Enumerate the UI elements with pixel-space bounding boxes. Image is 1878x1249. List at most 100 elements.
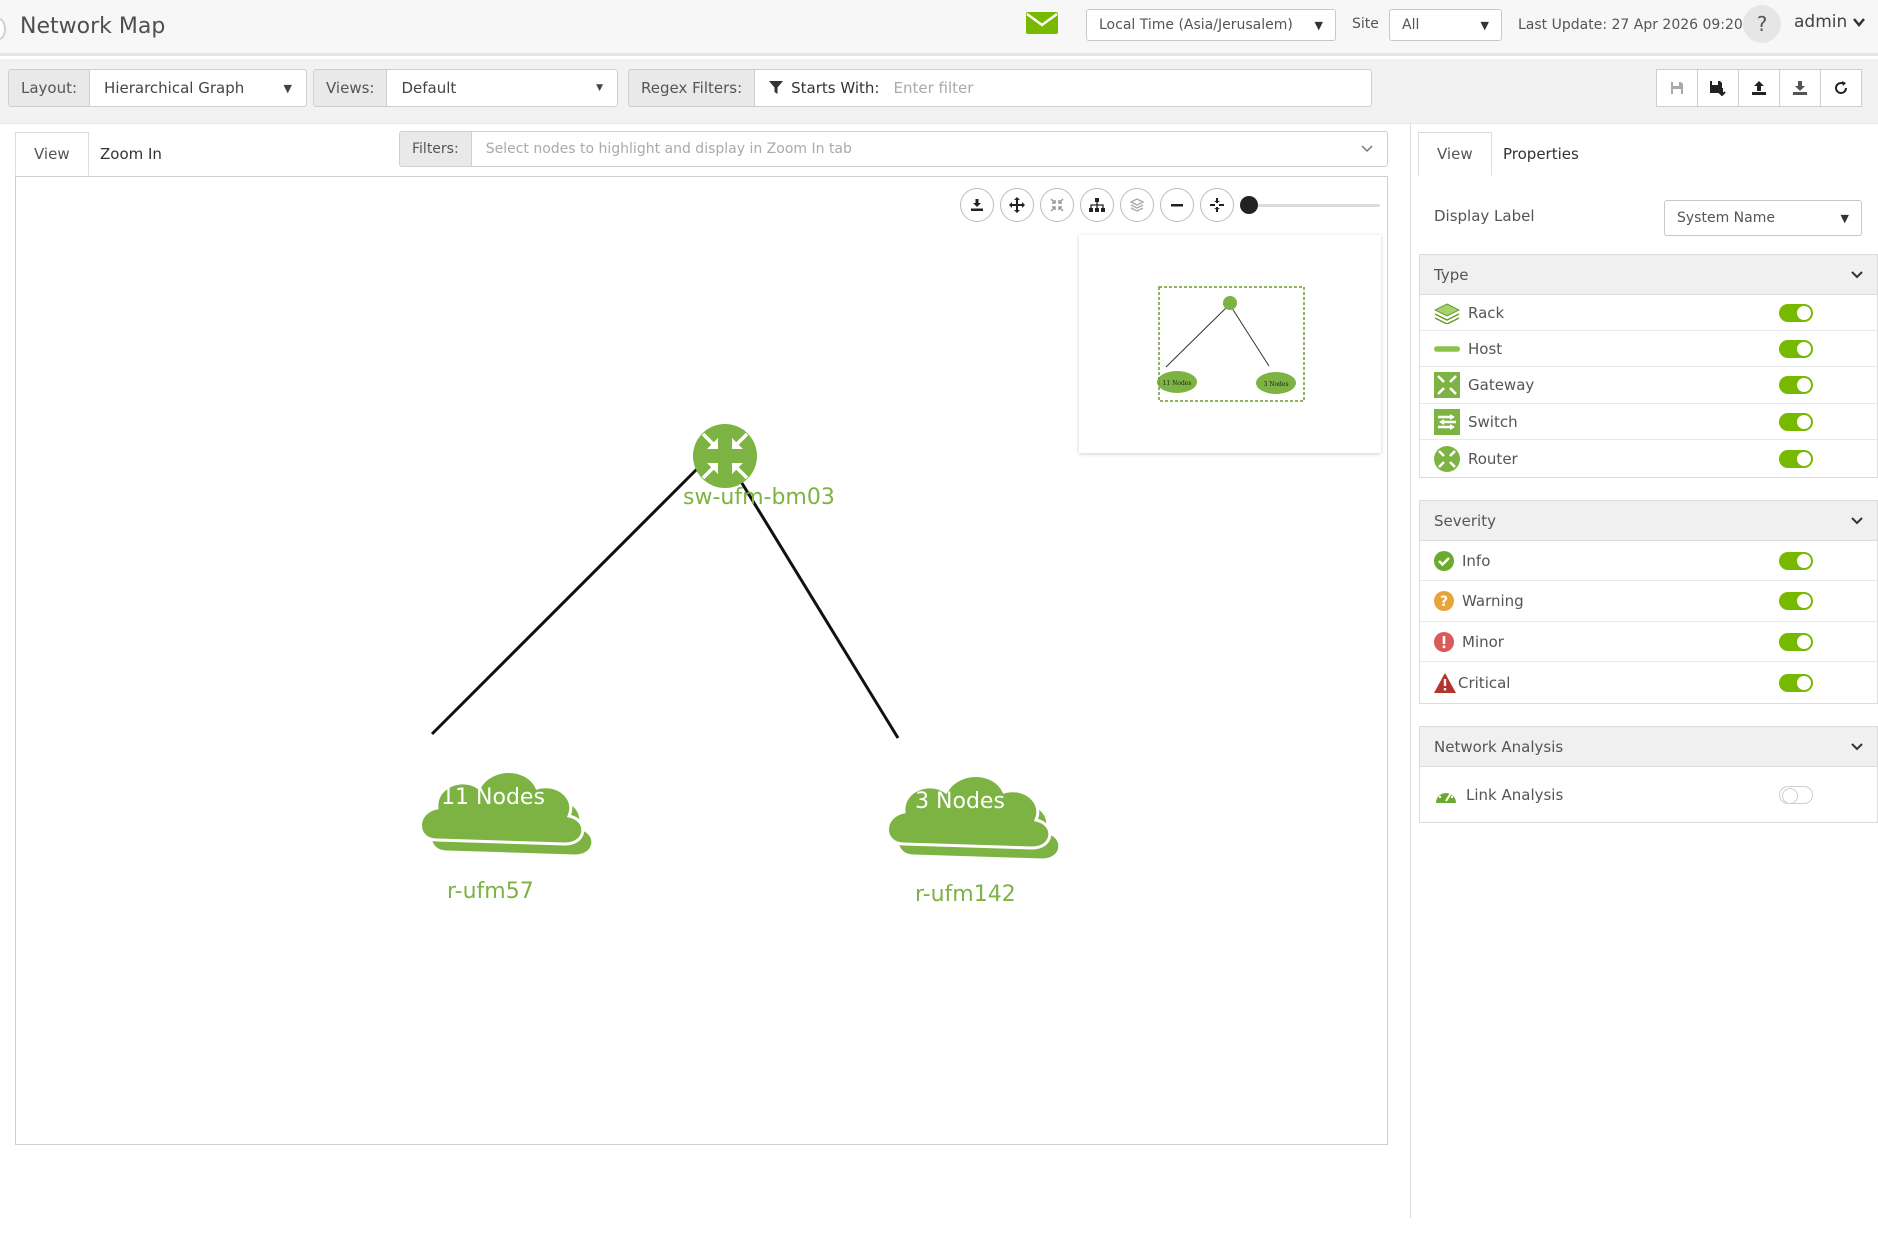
network-analysis-section-header[interactable]: Network Analysis [1420, 727, 1877, 767]
router-node-label: sw-ufm-bm03 [683, 485, 835, 510]
router-icon [1434, 445, 1460, 472]
refresh-button[interactable] [1820, 69, 1862, 107]
severity-label-info: Info [1462, 551, 1491, 570]
chevron-down-icon [1851, 742, 1863, 750]
type-row-router: Router [1420, 440, 1877, 477]
layout-select[interactable]: Layout: Hierarchical Graph ▼ [8, 69, 307, 107]
network-map-canvas[interactable]: 11 Nodes 3 Nodes sw-ufm-bm03 11 Nodes r-… [15, 176, 1388, 1145]
timezone-select[interactable]: Local Time (Asia/Jerusalem) ▼ [1086, 9, 1336, 41]
chevron-down-icon [1851, 270, 1863, 278]
tab-zoom-in[interactable]: Zoom In [82, 132, 180, 176]
info-check-icon [1434, 548, 1454, 574]
site-label: Site [1352, 16, 1379, 32]
save-button[interactable] [1656, 69, 1698, 107]
tab-view-label: View [34, 145, 70, 163]
filters-label: Filters: [400, 132, 472, 166]
filters-placeholder: Select nodes to highlight and display in… [485, 141, 852, 157]
chevron-down-icon [1853, 18, 1866, 27]
critical-toggle[interactable] [1779, 673, 1813, 692]
tab-panel-view[interactable]: View [1418, 132, 1492, 176]
refresh-icon [1835, 81, 1848, 94]
help-button[interactable]: ? [1743, 5, 1781, 43]
severity-row-info: Info [1420, 541, 1877, 581]
app-header: Network Map Local Time (Asia/Jerusalem) … [0, 0, 1878, 56]
tab-properties[interactable]: Properties [1485, 132, 1597, 176]
upload-button[interactable] [1738, 69, 1780, 107]
minor-toggle[interactable] [1779, 632, 1813, 651]
site-select[interactable]: All ▼ [1389, 9, 1502, 41]
router-node[interactable] [693, 424, 757, 492]
cloud-node-1-label: r-ufm57 [447, 879, 534, 904]
node-filter[interactable]: Filters: Select nodes to highlight and d… [399, 131, 1388, 167]
warning-icon: ? [1434, 588, 1454, 614]
host-toggle[interactable] [1779, 339, 1813, 358]
cloud-node-1[interactable]: 11 Nodes [407, 742, 595, 864]
tab-view[interactable]: View [15, 132, 89, 176]
severity-label-minor: Minor [1462, 632, 1504, 651]
link-analysis-toggle[interactable] [1779, 785, 1813, 804]
site-value: All [1402, 17, 1420, 33]
chevron-down-icon: ▼ [1314, 18, 1323, 32]
regex-filter: Regex Filters: Starts With: Enter filter [628, 69, 1372, 107]
user-menu[interactable]: admin [1794, 12, 1866, 32]
display-label-title: Display Label [1434, 207, 1535, 225]
type-row-host: Host [1420, 331, 1877, 367]
cloud-node-2[interactable]: 3 Nodes [874, 746, 1062, 868]
cloud-node-2-count: 3 Nodes [915, 789, 1005, 814]
save-as-icon [1710, 81, 1726, 96]
regex-label: Regex Filters: [629, 70, 756, 106]
sidebar-toggle[interactable] [0, 18, 6, 40]
severity-row-critical: Critical [1420, 662, 1877, 703]
layout-label: Layout: [9, 70, 91, 106]
severity-section-header[interactable]: Severity [1420, 501, 1877, 541]
cloud-node-1-count: 11 Nodes [441, 785, 545, 810]
type-section-title: Type [1434, 265, 1469, 284]
network-analysis-section-title: Network Analysis [1434, 737, 1564, 756]
analysis-label-link: Link Analysis [1466, 785, 1564, 804]
upload-icon [1752, 81, 1766, 95]
toolbar-actions [1656, 69, 1862, 107]
router-icon [693, 424, 757, 488]
toolbar: Layout: Hierarchical Graph ▼ Views: Defau… [0, 59, 1878, 124]
analysis-row-link: Link Analysis [1420, 767, 1877, 822]
chevron-down-icon: ▼ [1480, 18, 1489, 32]
type-label-host: Host [1468, 339, 1503, 358]
warning-toggle[interactable] [1779, 592, 1813, 610]
starts-with-label: Starts With: [791, 79, 880, 97]
views-select[interactable]: Views: Default ▼ [313, 69, 618, 107]
regex-input[interactable]: Starts With: Enter filter [755, 70, 1371, 106]
save-as-button[interactable] [1697, 69, 1739, 107]
chevron-down-icon [1361, 145, 1373, 153]
minor-icon [1434, 629, 1454, 655]
display-label-select[interactable]: System Name ▼ [1664, 200, 1862, 236]
rack-icon [1434, 300, 1460, 326]
save-icon [1671, 82, 1683, 94]
mail-icon[interactable] [1026, 12, 1058, 38]
severity-label-critical: Critical [1458, 673, 1511, 692]
type-row-switch: Switch [1420, 404, 1877, 440]
severity-label-warning: Warning [1462, 592, 1524, 610]
filter-icon [769, 81, 784, 94]
views-value: Default [401, 79, 457, 97]
router-toggle[interactable] [1779, 449, 1813, 468]
switch-toggle[interactable] [1779, 412, 1813, 431]
filter-placeholder: Enter filter [893, 79, 974, 97]
type-section-header[interactable]: Type [1420, 255, 1877, 295]
help-icon: ? [1756, 12, 1768, 36]
switch-icon [1434, 408, 1460, 435]
last-update: Last Update: 27 Apr 2026 09:20 [1518, 17, 1743, 33]
type-label-router: Router [1468, 449, 1518, 468]
display-label-value: System Name [1677, 210, 1775, 226]
chevron-down-icon: ▼ [283, 81, 292, 95]
gateway-toggle[interactable] [1779, 376, 1813, 394]
type-section: Type Rack Host Gateway Switch Router [1419, 254, 1878, 478]
type-label-switch: Switch [1468, 412, 1518, 431]
layout-value: Hierarchical Graph [104, 79, 245, 97]
info-toggle[interactable] [1779, 551, 1813, 570]
rack-toggle[interactable] [1779, 303, 1813, 322]
download-icon [1793, 81, 1807, 95]
user-name: admin [1794, 12, 1848, 32]
download-button[interactable] [1779, 69, 1821, 107]
page-title: Network Map [20, 14, 166, 39]
edge-router-cloud-2 [738, 479, 900, 739]
